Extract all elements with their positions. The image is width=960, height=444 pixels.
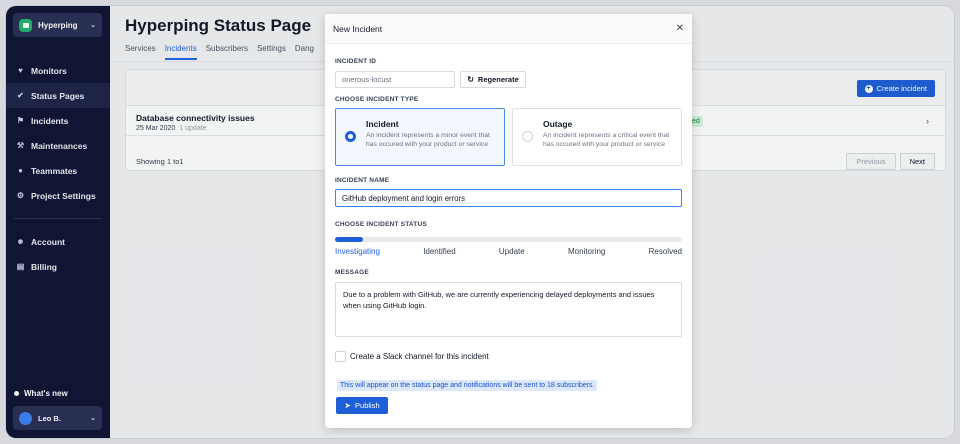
slack-channel-label[interactable]: Create a Slack channel for this incident xyxy=(350,352,489,361)
type-title: Outage xyxy=(543,119,573,129)
status-slider-track[interactable] xyxy=(335,237,682,242)
incident-name-label: INCIDENT NAME xyxy=(335,177,390,184)
status-step-resolved[interactable]: Resolved xyxy=(649,247,682,256)
type-option-incident[interactable]: Incident An incident represents a minor … xyxy=(335,108,505,166)
status-slider-fill[interactable] xyxy=(335,237,363,242)
send-icon: ➤ xyxy=(344,401,352,410)
radio-button[interactable] xyxy=(345,131,356,142)
incident-name-field[interactable]: GitHub deployment and login errors xyxy=(335,189,682,207)
subscriber-notice: This will appear on the status page and … xyxy=(337,380,598,391)
type-option-outage[interactable]: Outage An incident represents a critical… xyxy=(512,108,682,166)
regenerate-button[interactable]: ↻ Regenerate xyxy=(460,71,526,88)
message-textarea[interactable]: Due to a problem with GitHub, we are cur… xyxy=(335,282,682,337)
regenerate-label: Regenerate xyxy=(477,75,519,84)
status-step-update[interactable]: Update xyxy=(499,247,525,256)
incident-status-label: CHOOSE INCIDENT STATUS xyxy=(335,221,427,228)
publish-label: Publish xyxy=(355,401,380,410)
app-window: Hyperping ⌄ ♥ Monitors ✔ Status Pages ⚑ … xyxy=(6,6,954,438)
publish-button[interactable]: ➤ Publish xyxy=(336,397,388,414)
incident-id-field[interactable]: onerous-locust xyxy=(335,71,455,88)
status-step-identified[interactable]: Identified xyxy=(423,247,455,256)
incident-id-label: INCIDENT ID xyxy=(335,58,377,65)
status-step-investigating[interactable]: Investigating xyxy=(335,247,380,256)
modal-title: New Incident xyxy=(333,23,383,34)
type-title: Incident xyxy=(366,119,399,129)
modal-header: New Incident ✕ xyxy=(325,14,692,44)
message-label: MESSAGE xyxy=(335,269,369,276)
status-step-monitoring[interactable]: Monitoring xyxy=(568,247,605,256)
slack-channel-checkbox[interactable] xyxy=(335,351,346,362)
status-steps: Investigating Identified Update Monitori… xyxy=(335,247,682,256)
radio-button[interactable] xyxy=(522,131,533,142)
new-incident-modal: New Incident ✕ INCIDENT ID onerous-locus… xyxy=(325,14,692,428)
refresh-icon: ↻ xyxy=(467,75,474,84)
incident-type-label: CHOOSE INCIDENT TYPE xyxy=(335,96,419,103)
close-icon[interactable]: ✕ xyxy=(676,23,684,34)
type-description: An incident represents a critical event … xyxy=(543,132,670,148)
type-description: An incident represents a minor event tha… xyxy=(366,132,490,148)
